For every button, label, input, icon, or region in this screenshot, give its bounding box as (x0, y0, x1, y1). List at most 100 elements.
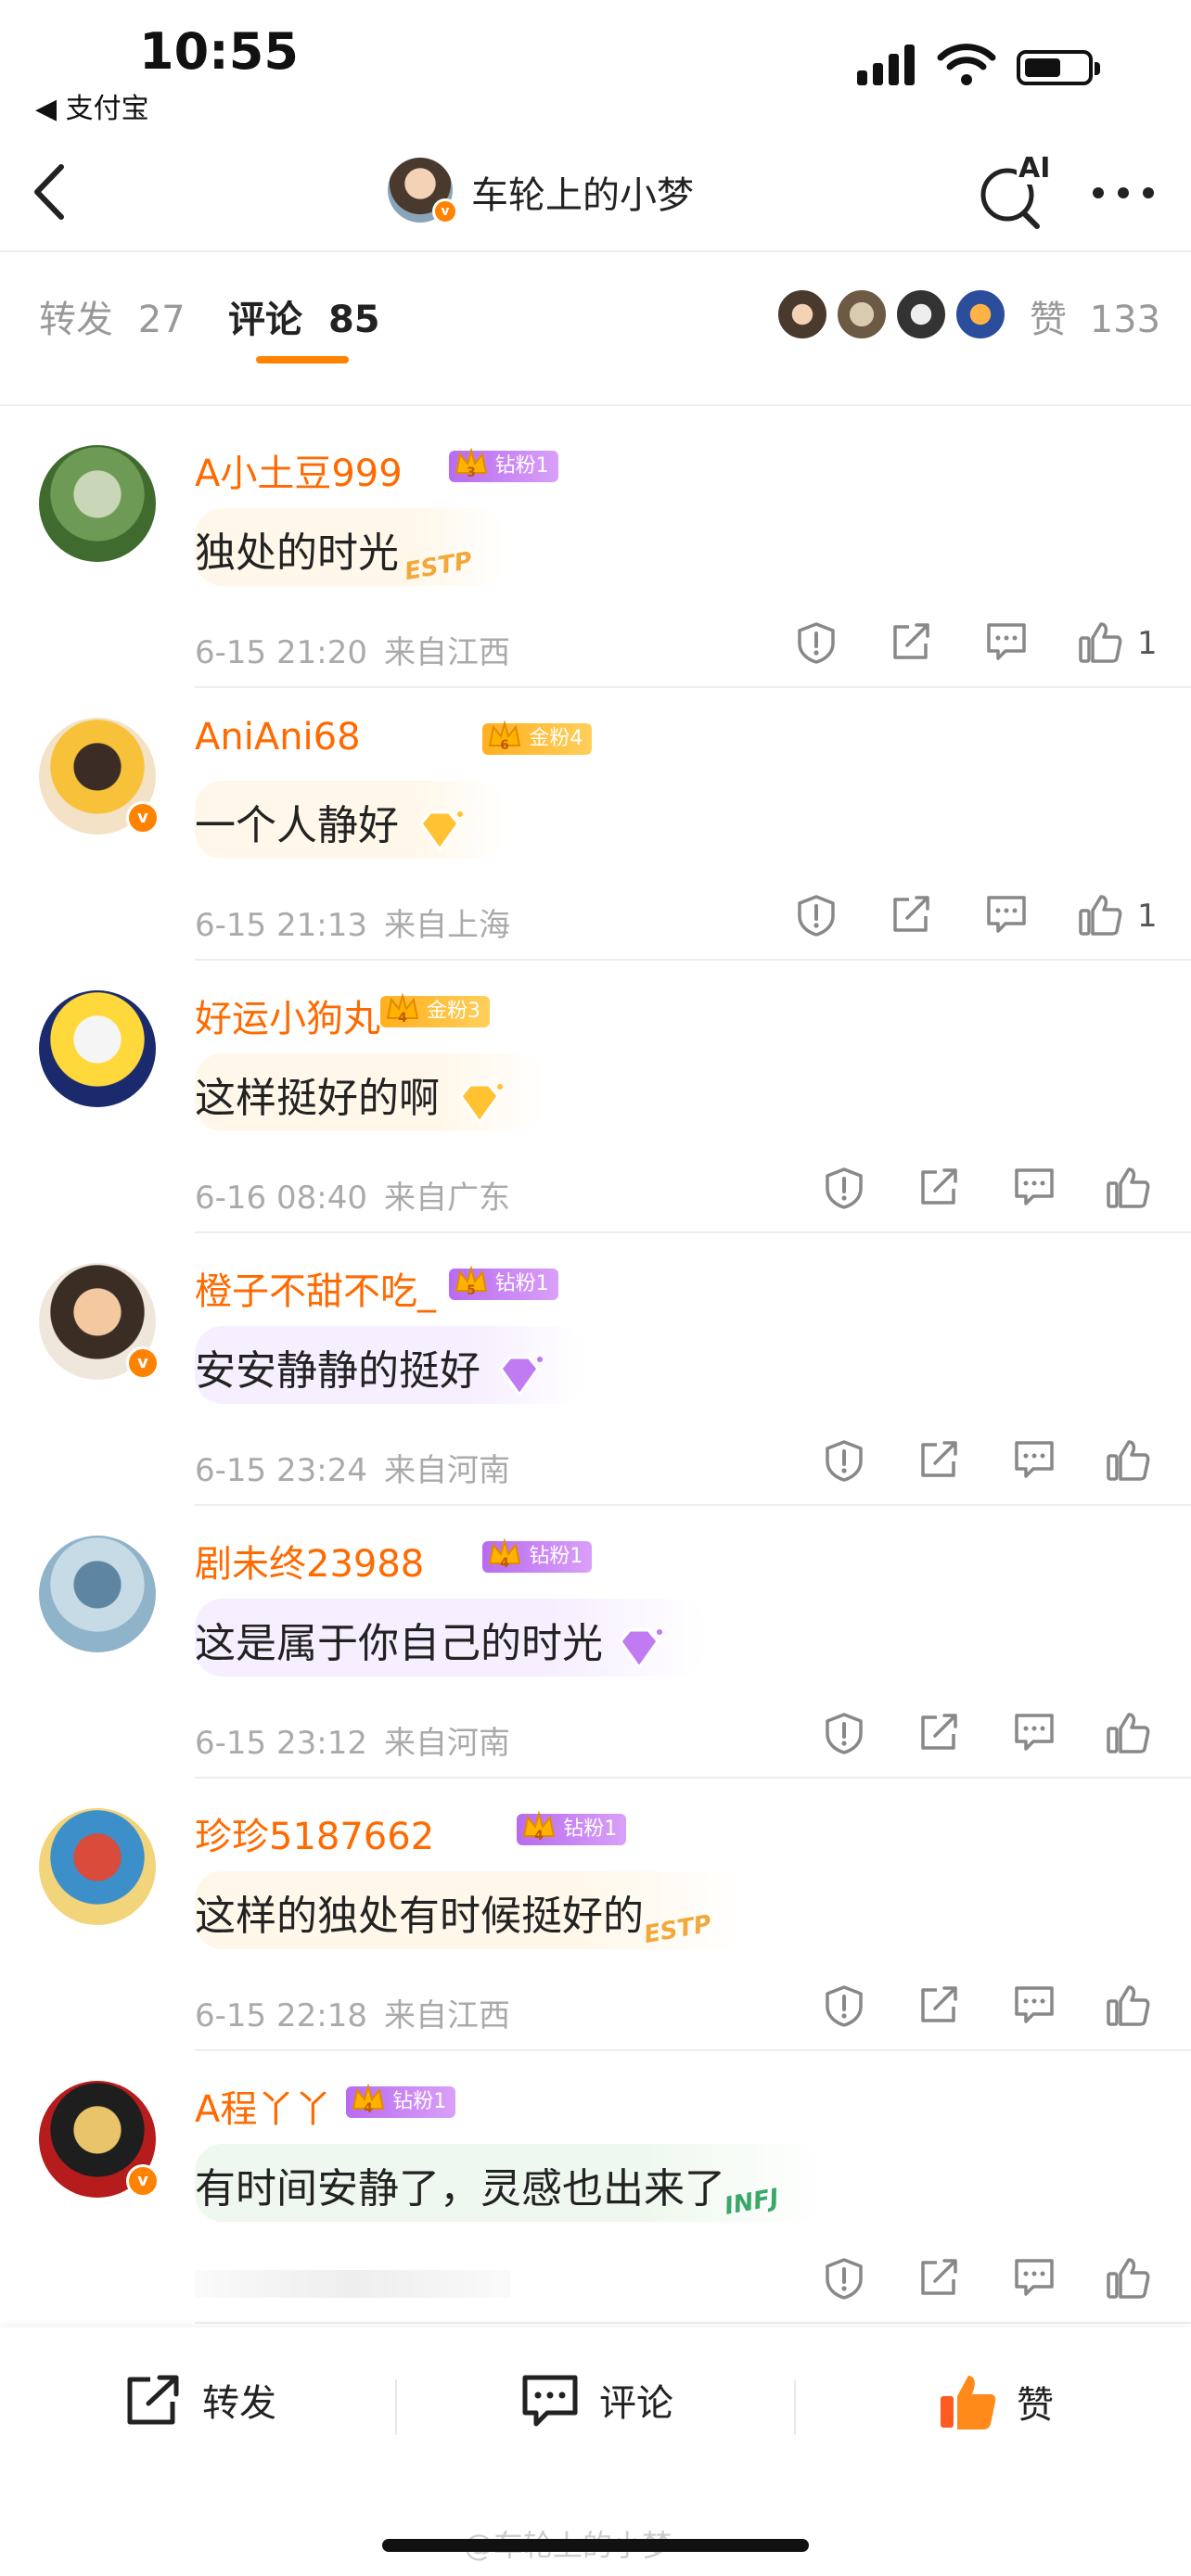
more-options-icon[interactable] (1091, 185, 1156, 200)
report-icon[interactable] (824, 1712, 864, 1758)
crown-icon: 4 (352, 2083, 385, 2116)
comment-item[interactable]: 好运小狗丸 4 金粉3 这样挺好的啊 6-16 08:40 来自广东 (0, 961, 1191, 1233)
comment-text: 这是属于你自己的时光 (195, 1620, 603, 1667)
share-icon[interactable] (918, 2257, 959, 2302)
like-button[interactable]: 赞 (937, 2372, 1054, 2431)
commenter-name[interactable]: 好运小狗丸 (195, 988, 380, 1042)
share-icon[interactable] (890, 621, 931, 666)
commenter-avatar[interactable]: v (39, 1263, 160, 1380)
fan-badge: 5 钻粉1 (448, 1265, 558, 1300)
likes-label: 赞 (1030, 299, 1067, 341)
active-tab-indicator (256, 356, 349, 363)
share-icon[interactable] (890, 894, 931, 938)
report-icon[interactable] (824, 2257, 864, 2303)
like-icon[interactable] (1078, 894, 1122, 940)
reply-icon[interactable] (1013, 1712, 1056, 1754)
comment-text: 独处的时光 (195, 529, 399, 577)
fan-badge: 4 钻粉1 (482, 1537, 593, 1573)
ai-search-icon[interactable]: AI (978, 152, 1053, 230)
comment-item[interactable]: v A程丫丫 4 钻粉1 有时间安静了，灵感也出来了 INFJ (0, 2051, 1191, 2324)
share-icon[interactable] (918, 1439, 959, 1484)
reply-icon[interactable] (1013, 2257, 1056, 2300)
comment-location: 来自广东 (383, 1180, 510, 1217)
back-to-app-link[interactable]: ◀ 支付宝 (35, 85, 149, 126)
comment-item[interactable]: 剧未终23988 4 钻粉1 这是属于你自己的时光 6-15 23:12 来自河南 (0, 1506, 1191, 1779)
commenter-name[interactable]: 珍珍5187662 (195, 1806, 434, 1860)
share-icon[interactable] (918, 1984, 959, 2029)
thumbs-up-icon (941, 2376, 996, 2429)
tab-repost[interactable]: 转发 27 (39, 289, 186, 343)
comment-item[interactable]: 珍珍5187662 4 钻粉1 这样的独处有时候挺好的 ESTP 6-15 22:18 来自… (0, 1779, 1191, 2051)
share-icon[interactable] (918, 1712, 959, 1756)
crown-icon: 4 (489, 1537, 521, 1571)
reply-icon[interactable] (985, 621, 1028, 664)
comment-like-count: 1 (1137, 898, 1158, 935)
report-icon[interactable] (796, 621, 837, 668)
home-indicator (382, 2539, 809, 2552)
tab-comments[interactable]: 评论 85 (228, 289, 380, 343)
commenter-avatar[interactable] (39, 1536, 156, 1652)
liker-avatars[interactable] (775, 287, 1017, 343)
comment-item[interactable]: v AniAni68 6 金粉4 一个人静好 6-15 21:13 来自上海 1 (0, 688, 1191, 961)
like-label: 赞 (1017, 2384, 1054, 2427)
comment-item[interactable]: v 橙子不甜不吃_ 5 钻粉1 安安静静的挺好 6-15 23:24 来自河南 (0, 1233, 1191, 1506)
like-icon[interactable] (1106, 1439, 1150, 1486)
fan-badge-label: 钻粉1 (563, 1817, 618, 1841)
comment-button[interactable]: 评论 (519, 2372, 673, 2428)
commenter-name[interactable]: 橙子不甜不吃_ (195, 1261, 436, 1315)
report-icon[interactable] (824, 1984, 864, 2031)
like-icon[interactable] (1106, 2257, 1150, 2303)
comment-label: 评论 (599, 2382, 673, 2425)
commenter-avatar[interactable]: v (39, 718, 160, 835)
commenter-avatar[interactable]: v (39, 2081, 160, 2198)
comment-time: 6-16 08:40 (195, 1180, 367, 1217)
comment-location: 来自上海 (383, 907, 510, 944)
reply-icon[interactable] (1013, 1439, 1056, 1482)
crown-icon: 5 (455, 1265, 487, 1298)
crown-icon: 6 (489, 720, 521, 753)
likes-count: 133 (1089, 299, 1161, 341)
comment-meta: 6-16 08:40 来自广东 (195, 1172, 510, 1218)
fan-badge-label: 钻粉1 (494, 454, 549, 478)
comment-text: 有时间安静了，灵感也出来了 (195, 2165, 725, 2213)
commenter-name[interactable]: A小土豆999 (195, 443, 403, 497)
like-icon[interactable] (1078, 621, 1122, 668)
commenter-name[interactable]: AniAni68 (195, 716, 361, 759)
comment-text: 一个人静好 (195, 802, 399, 849)
commenter-avatar[interactable] (39, 445, 156, 562)
comment-item[interactable]: A小土豆999 3 钻粉1 独处的时光 ESTP 6-15 21:20 来自江西 1 (0, 415, 1191, 688)
report-icon[interactable] (824, 1167, 864, 1213)
report-icon[interactable] (824, 1439, 864, 1486)
svg-text:4: 4 (534, 1829, 544, 1843)
commenter-avatar[interactable] (39, 990, 156, 1107)
fan-badge-label: 金粉4 (529, 727, 583, 750)
like-icon[interactable] (1106, 1712, 1150, 1758)
svg-text:4: 4 (501, 1556, 510, 1571)
reply-icon[interactable] (985, 894, 1028, 937)
like-icon[interactable] (1106, 1167, 1150, 1213)
reply-icon[interactable] (1013, 1167, 1056, 1209)
commenter-name[interactable]: 剧未终23988 (195, 1534, 424, 1588)
ai-label: AI (1017, 152, 1053, 185)
commenter-avatar[interactable] (39, 1808, 156, 1925)
share-icon[interactable] (918, 1167, 959, 1211)
comment-time: 6-15 23:24 (195, 1452, 367, 1489)
crown-icon: 3 (455, 447, 487, 480)
tab-repost-label: 转发 (39, 299, 113, 341)
comment-meta-placeholder (195, 2270, 510, 2298)
report-icon[interactable] (796, 894, 837, 940)
comment-location: 来自江西 (383, 1997, 510, 2034)
fan-badge-label: 钻粉1 (392, 2090, 447, 2113)
back-arrow-icon[interactable] (30, 159, 70, 224)
commenter-name[interactable]: A程丫丫 (195, 2079, 331, 2133)
tab-comments-count: 85 (327, 299, 380, 341)
wifi-icon (937, 44, 996, 85)
reply-icon[interactable] (1013, 1984, 1056, 2027)
likes-summary[interactable]: 赞 133 (1030, 289, 1160, 343)
comment-divider (195, 2322, 1191, 2324)
repost-button[interactable]: 转发 (122, 2372, 276, 2428)
like-icon[interactable] (1106, 1984, 1150, 2031)
repost-label: 转发 (202, 2382, 276, 2425)
tab-comments-label: 评论 (228, 299, 302, 341)
author-avatar[interactable]: v (388, 158, 458, 224)
